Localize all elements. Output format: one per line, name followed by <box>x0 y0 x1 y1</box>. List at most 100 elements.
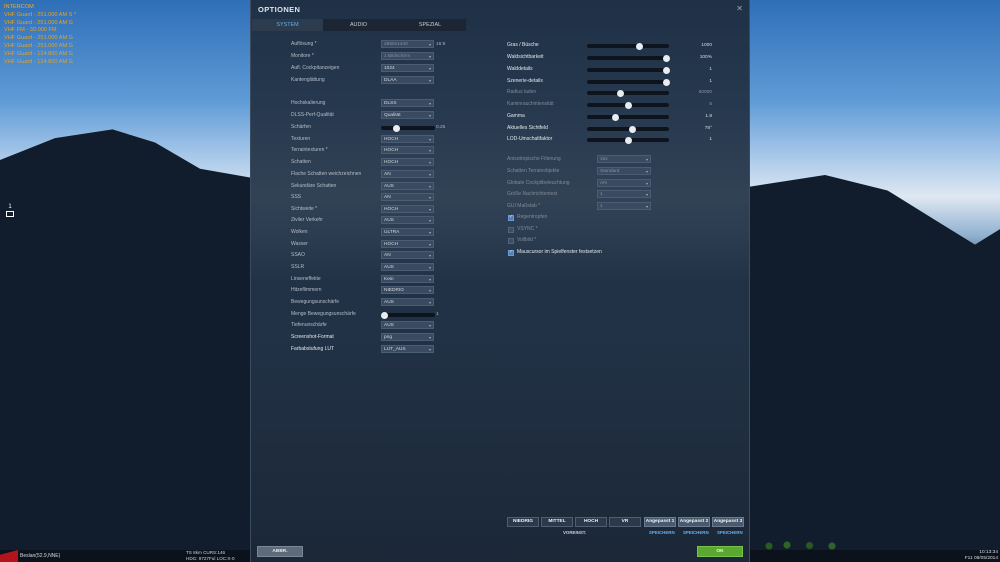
dropdown-tiefenunsch-rfe[interactable]: AUS ▾ <box>381 321 434 329</box>
slider-knob[interactable] <box>636 42 644 50</box>
dropdown-anisotropische-filterung[interactable]: 16x ▾ <box>597 155 651 163</box>
dropdown-gui-ma-stab[interactable]: 1 ▾ <box>597 202 651 210</box>
label-ssao: SSAO <box>291 252 305 258</box>
dropdown-value: HOCH <box>384 148 399 153</box>
dropdown-dlss-perf-qualit-t[interactable]: Qualität ▾ <box>381 111 434 119</box>
label-vollbild: Vollbild * <box>517 237 537 243</box>
radio-frequency-list: INTERCOM VHF Guard - 251.000 AM S * VHF Gu… <box>4 4 76 66</box>
dropdown-schatten[interactable]: HOCH ▾ <box>381 158 434 166</box>
chevron-down-icon: ▾ <box>428 347 431 352</box>
checkbox-vsync[interactable] <box>508 226 514 233</box>
dropdown-value: 2560x1440 <box>384 42 408 47</box>
preset-angepasst-1-button[interactable]: Angepasst 1 <box>644 517 676 527</box>
dropdown-wolken[interactable]: ULTRA ▾ <box>381 228 434 236</box>
ok-button[interactable]: OK <box>697 546 743 557</box>
tab-spezial[interactable]: SPEZIAL <box>394 19 466 31</box>
label-kantengl-ttung: Kantenglättung <box>291 77 325 83</box>
value-aktuelles-sichtfeld: 78° <box>704 126 712 131</box>
dropdown-value: 16x <box>600 157 608 162</box>
cancel-button[interactable]: ABBR. <box>257 546 303 557</box>
slider-knob[interactable] <box>625 136 632 144</box>
dropdown-bewegungsunsch-rfe[interactable]: AUS ▾ <box>381 298 434 306</box>
slider-knob[interactable] <box>625 101 632 109</box>
value-menge-bewegungsunsch-rfe: 1 <box>436 312 439 317</box>
slider-knob[interactable] <box>628 125 636 133</box>
dropdown-value: HOCH <box>384 242 399 247</box>
tab-audio[interactable]: AUDIO <box>323 19 394 31</box>
dropdown-hochskalierung[interactable]: DLSS ▾ <box>381 99 434 107</box>
value-sch-rfen: 0.25 <box>436 125 446 130</box>
dropdown-farbabstufung-lut[interactable]: LUT_AUS ▾ <box>381 345 434 353</box>
slider-knob[interactable] <box>392 124 400 132</box>
label-wolken: Wolken <box>291 229 308 235</box>
dropdown-kantengl-ttung[interactable]: DLAA ▾ <box>381 76 434 84</box>
hud-location: Beslan(52.9,NNE) <box>20 553 61 559</box>
slider-menge-bewegungsunsch-rfe[interactable] <box>381 311 435 319</box>
chevron-down-icon: ▾ <box>428 148 431 153</box>
dropdown-sekund-re-schatten[interactable]: AUS ▾ <box>381 182 434 190</box>
dropdown-sslr[interactable]: AUS ▾ <box>381 263 434 271</box>
slider-radius-laden[interactable] <box>587 89 669 97</box>
slider-sch-rfen[interactable] <box>381 124 435 132</box>
slider-waldsichtbarkeit[interactable] <box>587 54 670 62</box>
label-aufl-sung: Auflösung * <box>291 41 317 47</box>
slider-szenerie-details[interactable] <box>587 78 670 86</box>
dropdown-aufl-cockpitanzeigen[interactable]: 1024 ▾ <box>381 64 434 72</box>
waypoint-marker: 1 <box>6 204 14 217</box>
preset-hoch-button[interactable]: HOCH <box>575 517 607 527</box>
slider-knob[interactable] <box>663 78 670 86</box>
checkbox-regentropfen[interactable] <box>508 214 514 221</box>
hud-navigation-readout: TS 8km CURS:146 HDG: 9727Ful LOC:X-0 <box>186 550 250 562</box>
slider-knob[interactable] <box>617 89 625 97</box>
preset-vr-button[interactable]: VR <box>609 517 641 527</box>
dropdown-value: HOCH <box>384 137 399 142</box>
save-preset-2-label[interactable]: SPEICHERN <box>683 530 709 535</box>
dropdown-hitzeflimmern[interactable]: NIEDRIG ▾ <box>381 286 434 294</box>
hud-date: F11 08/05/2014 <box>964 555 998 561</box>
tab-system[interactable]: SYSTEM <box>252 19 323 31</box>
save-preset-3-label[interactable]: SPEICHERN <box>717 530 743 535</box>
dropdown-value: ULTRA <box>384 230 400 235</box>
dropdown-wasser[interactable]: HOCH ▾ <box>381 240 434 248</box>
dropdown-terraintexturen[interactable]: HOCH ▾ <box>381 146 434 154</box>
dropdown-flache-schatten-weichzeichnen[interactable]: AN ▾ <box>381 170 434 178</box>
slider-knob[interactable] <box>381 311 388 319</box>
slider-kaminrauchintensit-t[interactable] <box>587 101 669 109</box>
dropdown-aufl-sung[interactable]: 2560x1440 ▾ <box>381 40 434 48</box>
dropdown-value: DLSS <box>384 101 397 106</box>
slider-walddetails[interactable] <box>587 66 670 74</box>
close-icon[interactable]: ✕ <box>736 4 743 13</box>
preset-niedrig-button[interactable]: NIEDRIG <box>507 517 539 527</box>
dropdown-schatten-terrainobjekte[interactable]: Standard ▾ <box>597 167 651 175</box>
slider-knob[interactable] <box>663 54 670 62</box>
preset-angepasst-2-button[interactable]: Angepasst 2 <box>678 517 710 527</box>
dropdown-linseneffekte[interactable]: Kein ▾ <box>381 275 434 283</box>
slider-knob[interactable] <box>612 113 620 121</box>
dropdown-value: 1 <box>600 204 603 209</box>
dropdown-value: DLAA <box>384 78 397 83</box>
slider-aktuelles-sichtfeld[interactable] <box>587 125 669 133</box>
label-waldsichtbarkeit: Waldsichtbarkeit <box>507 54 544 60</box>
checkbox-vollbild[interactable] <box>508 237 514 244</box>
dropdown-ziviler-verkehr[interactable]: AUS ▾ <box>381 216 434 224</box>
slider-lod-umschaltfaktor[interactable] <box>587 136 669 144</box>
preset-mittel-button[interactable]: MITTEL <box>541 517 573 527</box>
dropdown-value: AN <box>384 172 391 177</box>
slider-knob[interactable] <box>663 66 670 74</box>
dropdown-gr-e-nachrichtentext[interactable]: 1 ▾ <box>597 190 651 198</box>
dropdown-monitore[interactable]: 1 Bildschirm ▾ <box>381 52 434 60</box>
save-preset-1-label[interactable]: SPEICHERN <box>649 530 675 535</box>
checkbox-mauscursor-im-spielfenster-festsetzen[interactable] <box>508 249 514 256</box>
slider-gamma[interactable] <box>587 113 669 121</box>
label-sss: SSS <box>291 194 302 200</box>
dropdown-globale-cockpitbeleuchtung[interactable]: AN ▾ <box>597 179 651 187</box>
dropdown-ssao[interactable]: AN ▾ <box>381 251 434 259</box>
dropdown-value: 1024 <box>384 66 395 71</box>
slider-gras-b-sche[interactable] <box>587 42 669 50</box>
dropdown-sss[interactable]: AN ▾ <box>381 193 434 201</box>
dropdown-sichtweite[interactable]: HOCH ▾ <box>381 205 434 213</box>
preset-angepasst-3-button[interactable]: Angepasst 3 <box>712 517 744 527</box>
dropdown-texturen[interactable]: HOCH ▾ <box>381 135 434 143</box>
dropdown-screenshot-format[interactable]: png ▾ <box>381 333 434 341</box>
chevron-down-icon: ▾ <box>428 160 431 165</box>
